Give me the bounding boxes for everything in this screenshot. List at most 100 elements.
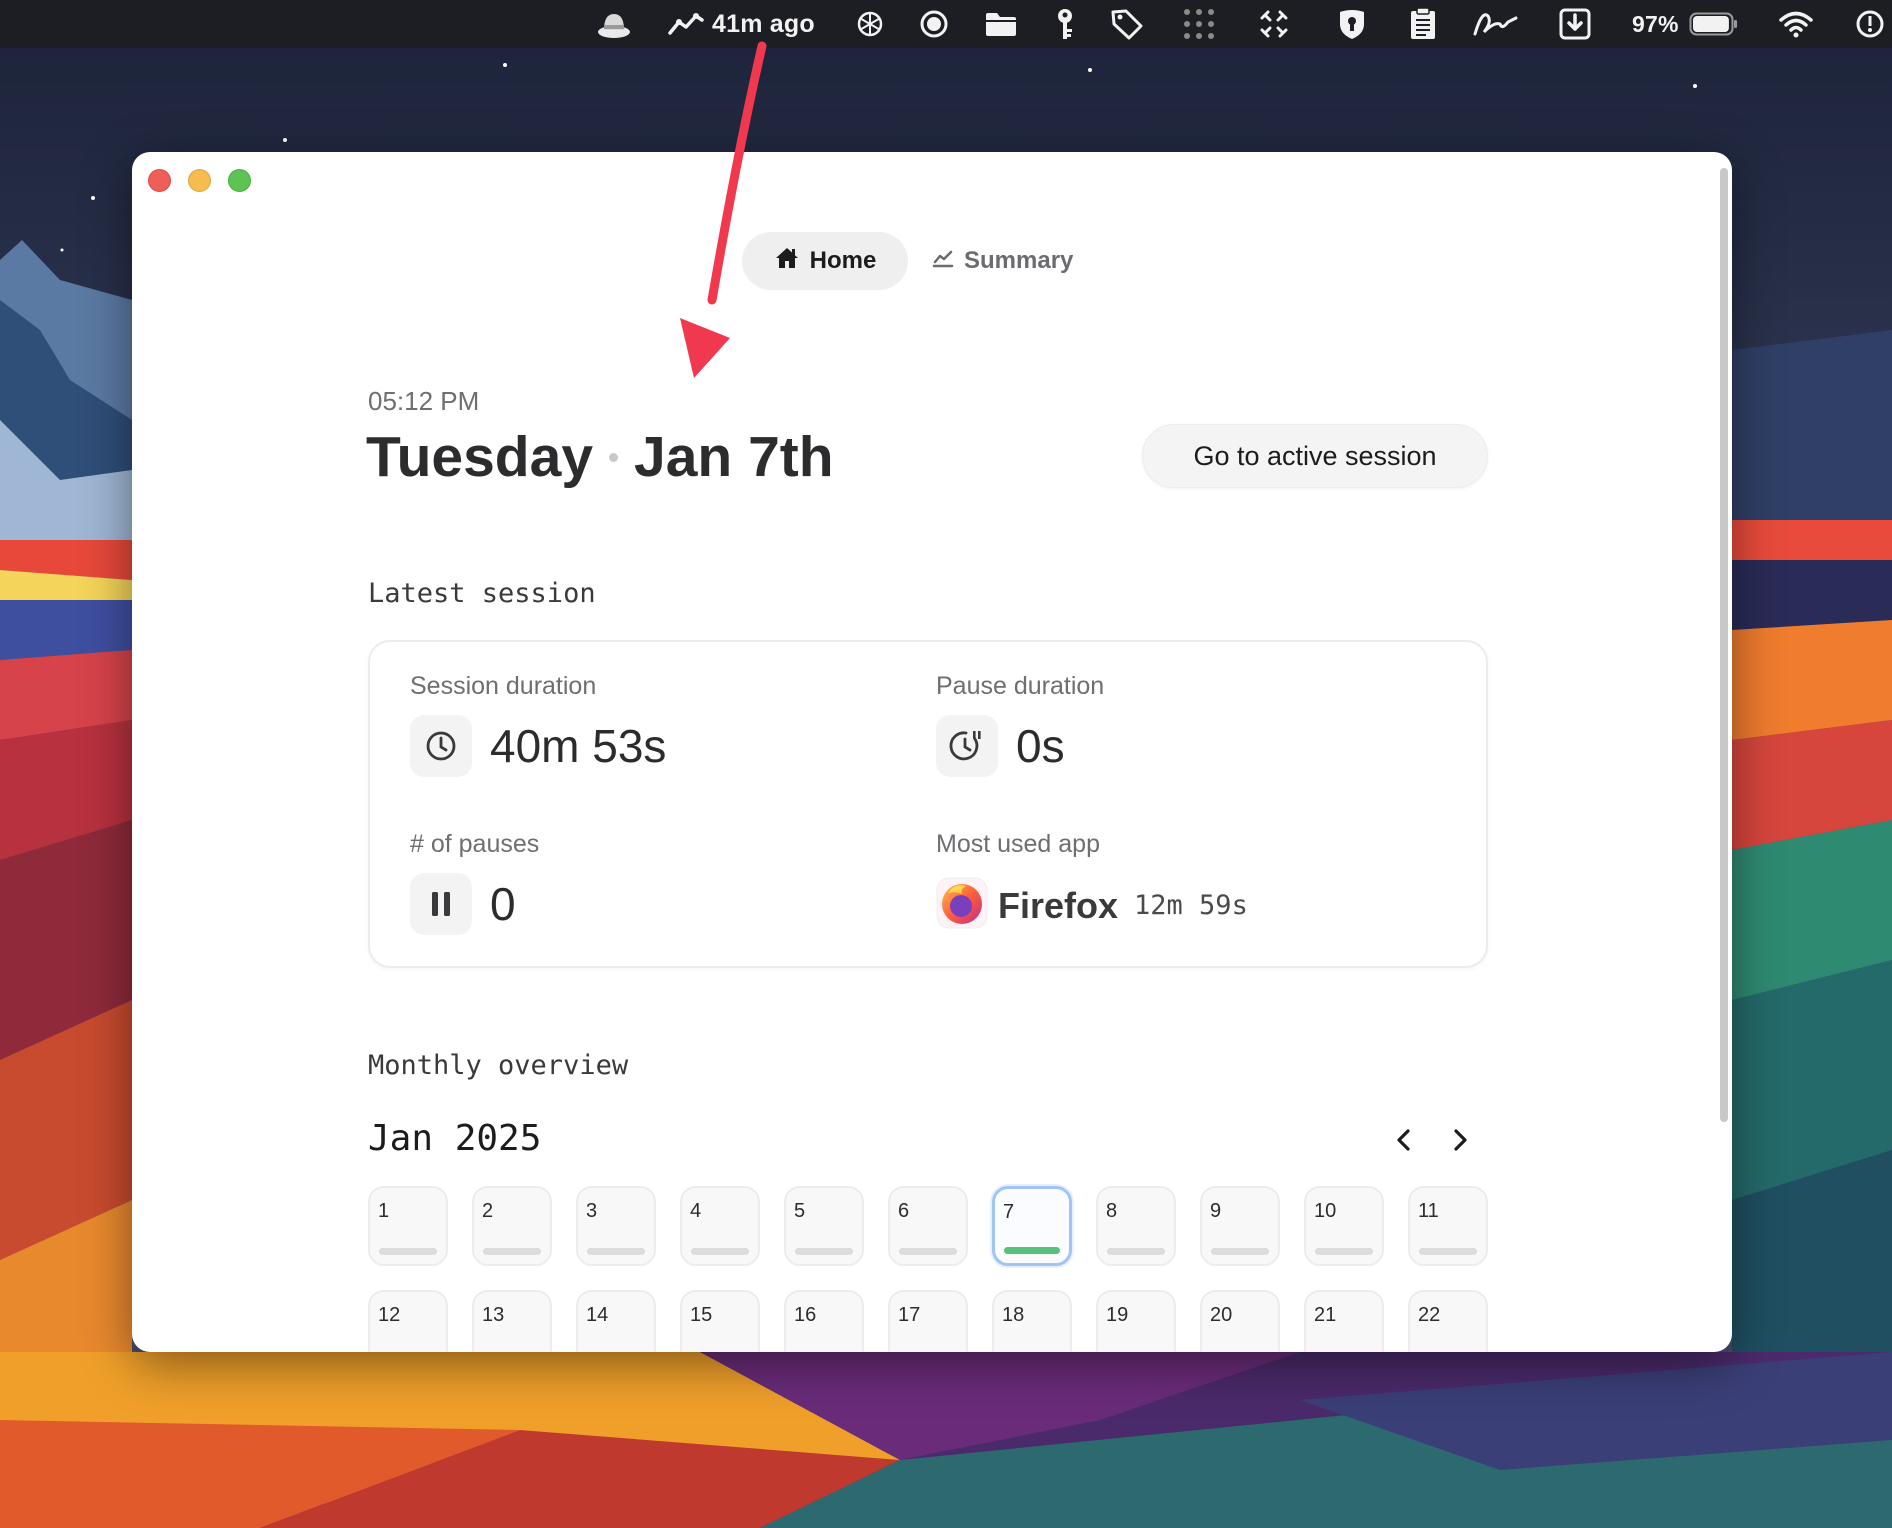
- chart-line-icon: [932, 247, 954, 276]
- calendar-day[interactable]: 3: [576, 1186, 656, 1266]
- minimize-window-button[interactable]: [188, 169, 211, 192]
- hat-icon[interactable]: [596, 0, 632, 48]
- calendar-day[interactable]: 19: [1096, 1290, 1176, 1352]
- clock-icon: [410, 715, 472, 777]
- monthly-overview-title: Monthly overview: [368, 1050, 629, 1081]
- activity-indicator[interactable]: 41m ago: [668, 0, 815, 48]
- calendar-day[interactable]: 13: [472, 1290, 552, 1352]
- calendar-day-number: 19: [1106, 1304, 1129, 1326]
- close-window-button[interactable]: [148, 169, 171, 192]
- activity-text: 41m ago: [712, 9, 815, 38]
- calendar-day-activity-bar: [795, 1248, 853, 1255]
- pause-duration-stat: Pause duration 0s: [936, 672, 1104, 777]
- calendar-day-activity-bar: [483, 1248, 541, 1255]
- pauses-count-value: 0: [490, 878, 516, 930]
- calendar-day-number: 12: [378, 1304, 401, 1326]
- calendar-day[interactable]: 15: [680, 1290, 760, 1352]
- grid-icon[interactable]: [1182, 0, 1216, 48]
- calendar-day-number: 9: [1210, 1200, 1222, 1222]
- calendar-month-label: Jan 2025: [368, 1118, 542, 1159]
- calendar-day-number: 17: [898, 1304, 921, 1326]
- calendar-day[interactable]: 8: [1096, 1186, 1176, 1266]
- pause-duration-label: Pause duration: [936, 672, 1105, 700]
- calendar-day-number: 11: [1418, 1200, 1439, 1222]
- key-icon[interactable]: [1054, 0, 1076, 48]
- page-title: Tuesday Jan 7th: [366, 424, 834, 490]
- calendar-day[interactable]: 11: [1408, 1186, 1488, 1266]
- folder-icon[interactable]: [984, 0, 1018, 48]
- tab-home-label: Home: [809, 247, 877, 274]
- calendar-day[interactable]: 18: [992, 1290, 1072, 1352]
- pauses-count-stat: # of pauses 0: [410, 830, 539, 935]
- calendar-day[interactable]: 10: [1304, 1186, 1384, 1266]
- calendar-day[interactable]: 5: [784, 1186, 864, 1266]
- pause-duration-value: 0s: [1016, 720, 1065, 772]
- download-icon[interactable]: [1558, 0, 1592, 48]
- calendar-day-activity-bar: [1211, 1248, 1269, 1255]
- calendar-day[interactable]: 7: [992, 1186, 1072, 1266]
- battery-icon: [1689, 11, 1739, 37]
- record-icon[interactable]: [918, 0, 950, 48]
- calendar-day[interactable]: 16: [784, 1290, 864, 1352]
- clipboard-icon[interactable]: [1408, 0, 1438, 48]
- calendar-day[interactable]: 1: [368, 1186, 448, 1266]
- calendar-day-number: 20: [1210, 1304, 1233, 1326]
- calendar-day-number: 10: [1314, 1200, 1337, 1222]
- calendar-day[interactable]: 22: [1408, 1290, 1488, 1352]
- session-duration-value: 40m 53s: [490, 720, 667, 772]
- calendar-day-number: 21: [1314, 1304, 1337, 1326]
- calendar-day-number: 7: [1003, 1201, 1015, 1223]
- battery-percent: 97%: [1632, 10, 1679, 37]
- calendar-day-number: 18: [1002, 1304, 1025, 1326]
- go-to-active-session-button[interactable]: Go to active session: [1142, 424, 1488, 488]
- openai-icon[interactable]: [854, 0, 886, 48]
- weekday: Tuesday: [366, 425, 594, 489]
- maximize-window-button[interactable]: [228, 169, 251, 192]
- calendar-day[interactable]: 12: [368, 1290, 448, 1352]
- calendar-day-number: 8: [1106, 1200, 1118, 1222]
- tab-summary[interactable]: Summary: [932, 232, 1112, 290]
- most-used-app-stat: Most used app Firefox 12m 59s: [936, 830, 1248, 934]
- session-duration-label: Session duration: [410, 672, 597, 700]
- calendar-day[interactable]: 9: [1200, 1186, 1280, 1266]
- calendar-day-activity-bar: [587, 1248, 645, 1255]
- calendar-day[interactable]: 14: [576, 1290, 656, 1352]
- battery-status[interactable]: 97%: [1632, 0, 1739, 48]
- scrollbar[interactable]: [1720, 168, 1728, 1122]
- home-icon: [774, 246, 800, 277]
- calendar-day-activity-bar: [1107, 1248, 1165, 1255]
- calendar-day[interactable]: 20: [1200, 1290, 1280, 1352]
- clock-pause-icon: [936, 715, 998, 777]
- calendar-day[interactable]: 17: [888, 1290, 968, 1352]
- calendar-day[interactable]: 4: [680, 1186, 760, 1266]
- signature-icon[interactable]: [1472, 0, 1518, 48]
- most-used-app-time: 12m 59s: [1134, 890, 1248, 921]
- calendar-day-activity-bar: [1315, 1248, 1373, 1255]
- chevron-left-icon: [1397, 1129, 1410, 1151]
- latest-session-card: Session duration 40m 53s Pause duration …: [368, 640, 1488, 968]
- next-month-button[interactable]: [1440, 1120, 1480, 1160]
- firefox-icon: [936, 877, 988, 934]
- calendar-day[interactable]: 21: [1304, 1290, 1384, 1352]
- alert-icon[interactable]: [1852, 0, 1888, 48]
- calendar-day[interactable]: 2: [472, 1186, 552, 1266]
- most-used-app-name: Firefox: [998, 884, 1119, 926]
- calendar-day-number: 6: [898, 1200, 910, 1222]
- calendar-day-activity-bar: [379, 1248, 437, 1255]
- activity-icon: [668, 11, 704, 37]
- wifi-icon[interactable]: [1778, 0, 1814, 48]
- calendar-day-number: 5: [794, 1200, 806, 1222]
- date: Jan 7th: [634, 425, 834, 489]
- separator-dot: [609, 452, 619, 462]
- calendar-day[interactable]: 6: [888, 1186, 968, 1266]
- tag-icon[interactable]: [1110, 0, 1144, 48]
- menu-bar: 41m ago 97%: [0, 0, 1892, 48]
- calendar-day-activity-bar: [899, 1248, 957, 1255]
- previous-month-button[interactable]: [1384, 1120, 1424, 1160]
- calendar-day-number: 22: [1418, 1304, 1441, 1326]
- expand-icon[interactable]: [1258, 0, 1290, 48]
- calendar-day-number: 2: [482, 1200, 494, 1222]
- shield-icon[interactable]: [1336, 0, 1368, 48]
- tab-home[interactable]: Home: [742, 232, 908, 290]
- calendar-day-number: 14: [586, 1304, 609, 1326]
